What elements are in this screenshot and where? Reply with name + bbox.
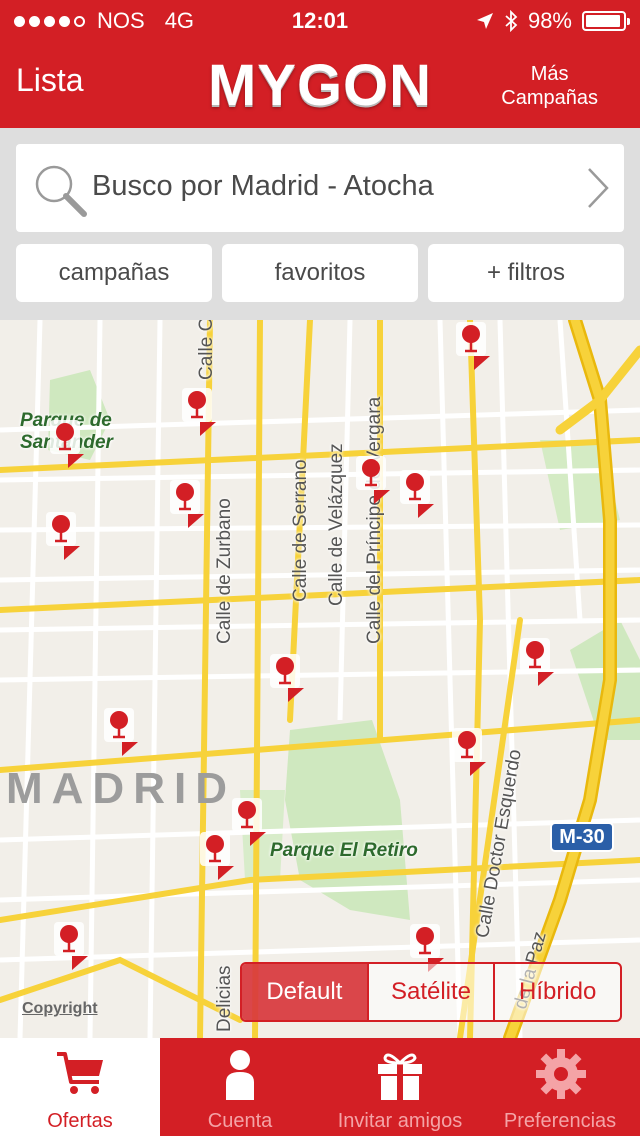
wine-glass-icon (270, 654, 304, 702)
offer-pin-11[interactable] (452, 728, 486, 776)
tab-preferencias[interactable]: Preferencias (480, 1038, 640, 1136)
wine-glass-icon (170, 480, 204, 528)
shopping-cart-icon (57, 1052, 103, 1094)
wine-glass-icon (46, 512, 80, 560)
wine-glass-icon (50, 420, 84, 468)
street-label-serrano: Calle de Serrano (290, 459, 311, 602)
offer-pin-6[interactable] (356, 456, 390, 504)
wine-glass-icon (456, 322, 490, 370)
offer-pin-14[interactable] (54, 922, 88, 970)
gift-icon (378, 1053, 422, 1100)
street-label-zurbano: Calle de Zurbano (214, 498, 235, 644)
offer-pin-3[interactable] (50, 420, 84, 468)
tab-invitar-amigos[interactable]: Invitar amigos (320, 1038, 480, 1136)
wine-glass-icon (182, 388, 216, 436)
m30-road-badge: M-30 (550, 822, 614, 852)
street-label-calle-c: Calle C (196, 320, 217, 380)
battery-percent: 98% (527, 8, 572, 33)
park-label-retiro: Parque El Retiro (270, 840, 418, 861)
copyright-link[interactable]: Copyright (22, 1000, 98, 1018)
tab-cuenta-label: Cuenta (207, 1110, 273, 1132)
offer-pin-7[interactable] (400, 470, 434, 518)
more-campaigns-line1: Más (530, 63, 569, 85)
campaigns-filter-button[interactable]: campañas (16, 244, 212, 302)
tab-cuenta[interactable]: Cuenta (160, 1038, 320, 1136)
tab-preferencias-label: Preferencias (503, 1110, 617, 1132)
status-bar: NOS 4G 12:01 98% (0, 0, 640, 40)
search-field[interactable]: Busco por Madrid - Atocha (16, 144, 624, 232)
search-area: Busco por Madrid - Atocha campañas favor… (0, 128, 640, 320)
location-arrow-icon (476, 13, 493, 29)
tab-ofertas-label: Ofertas (47, 1110, 113, 1132)
offer-pin-13[interactable] (200, 832, 234, 880)
battery-icon (582, 11, 630, 31)
more-campaigns-button[interactable]: Más Campañas (501, 62, 598, 110)
offer-pin-8[interactable] (270, 654, 304, 702)
search-icon (35, 165, 87, 217)
street-label-delicias: Delicias (214, 965, 235, 1032)
status-right: 98% (476, 8, 630, 34)
offer-pin-12[interactable] (232, 798, 266, 846)
more-filters-button[interactable]: + filtros (428, 244, 624, 302)
tab-bar: Ofertas Cuenta Invitar amigos Preferenci… (0, 1038, 640, 1136)
offer-pin-5[interactable] (46, 512, 80, 560)
offer-pin-4[interactable] (170, 480, 204, 528)
tab-invitar-label: Invitar amigos (337, 1110, 463, 1132)
more-campaigns-line2: Campañas (501, 87, 598, 109)
search-text: Busco por Madrid - Atocha (92, 170, 434, 202)
offer-pin-1[interactable] (456, 322, 490, 370)
wine-glass-icon (232, 798, 266, 846)
wine-glass-icon (400, 470, 434, 518)
bluetooth-icon (505, 10, 518, 32)
map-type-satellite[interactable]: Satélite (366, 964, 494, 1020)
offer-pin-10[interactable] (104, 708, 138, 756)
wine-glass-icon (104, 708, 138, 756)
map-view[interactable]: Calle C Calle de Zurbano Calle de Serran… (0, 320, 640, 1038)
street-label-velazquez: Calle de Velázquez (326, 443, 347, 606)
wine-glass-icon (200, 832, 234, 880)
map-type-selector: Default Satélite Híbrido (240, 962, 622, 1022)
wine-glass-icon (54, 922, 88, 970)
wine-glass-icon (452, 728, 486, 776)
street-label-principe-vergara: Calle del Príncipe de Vergara (364, 396, 385, 644)
wine-glass-icon (356, 456, 390, 504)
top-bar: NOS 4G 12:01 98% Lista MYGON Más Campaña… (0, 0, 640, 128)
wine-glass-icon (520, 638, 554, 686)
favorites-filter-button[interactable]: favoritos (222, 244, 418, 302)
gear-icon (536, 1049, 586, 1099)
map-type-default[interactable]: Default (242, 964, 367, 1020)
city-label: MADRID (6, 764, 236, 813)
map-type-hybrid[interactable]: Híbrido (493, 964, 620, 1020)
person-icon (226, 1050, 254, 1100)
offer-pin-9[interactable] (520, 638, 554, 686)
offer-pin-2[interactable] (182, 388, 216, 436)
tab-ofertas[interactable]: Ofertas (0, 1038, 160, 1136)
chevron-right-icon (588, 168, 609, 208)
